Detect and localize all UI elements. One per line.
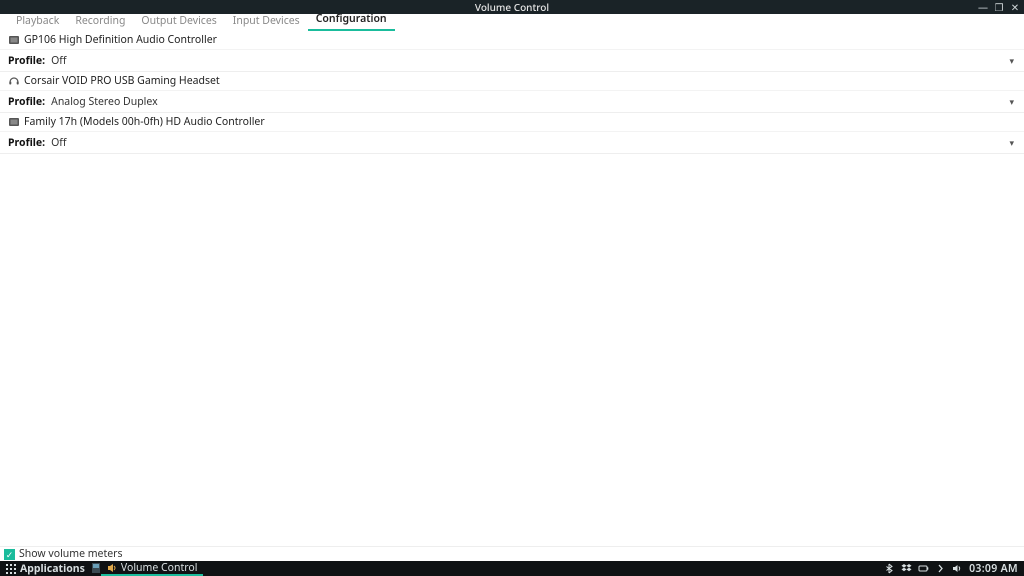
applications-menu-button[interactable]: Applications <box>0 561 91 576</box>
device-name: GP106 High Definition Audio Controller <box>24 33 217 47</box>
maximize-button[interactable]: ❐ <box>994 0 1004 14</box>
show-volume-meters-row[interactable]: ✓ Show volume meters <box>0 546 1024 561</box>
device-name: Corsair VOID PRO USB Gaming Headset <box>24 74 220 88</box>
tab-playback[interactable]: Playback <box>8 12 67 31</box>
system-tray: 03:09 AM <box>878 562 1024 576</box>
volume-icon[interactable] <box>952 563 963 574</box>
configuration-panel: GP106 High Definition Audio Controller P… <box>0 31 1024 546</box>
headset-icon <box>8 75 20 87</box>
taskbar-task-volume-control[interactable]: Volume Control <box>101 561 204 576</box>
device-header: Corsair VOID PRO USB Gaming Headset <box>0 72 1024 90</box>
chevron-down-icon: ▾ <box>1009 54 1014 67</box>
chevron-right-icon[interactable] <box>935 563 946 574</box>
device-header: GP106 High Definition Audio Controller <box>0 31 1024 49</box>
device-card: Family 17h (Models 00h-0fh) HD Audio Con… <box>0 113 1024 154</box>
device-card: Corsair VOID PRO USB Gaming Headset Prof… <box>0 72 1024 113</box>
show-desktop-button[interactable] <box>91 561 101 576</box>
sound-card-icon <box>8 34 20 46</box>
tab-bar: Playback Recording Output Devices Input … <box>0 14 1024 31</box>
profile-value: Analog Stereo Duplex <box>51 95 1009 109</box>
checkbox-icon: ✓ <box>4 549 15 560</box>
profile-selector[interactable]: Profile: Off ▾ <box>0 131 1024 153</box>
window-title: Volume Control <box>475 0 549 14</box>
tab-recording[interactable]: Recording <box>67 12 133 31</box>
speaker-icon <box>107 563 117 573</box>
profile-selector[interactable]: Profile: Off ▾ <box>0 49 1024 71</box>
profile-label: Profile: <box>8 95 45 109</box>
apps-grid-icon <box>6 564 16 574</box>
profile-value: Off <box>51 136 1009 150</box>
device-name: Family 17h (Models 00h-0fh) HD Audio Con… <box>24 115 265 129</box>
show-volume-meters-label: Show volume meters <box>19 547 123 561</box>
dropbox-icon[interactable] <box>901 563 912 574</box>
chevron-down-icon: ▾ <box>1009 136 1014 149</box>
chevron-down-icon: ▾ <box>1009 95 1014 108</box>
profile-value: Off <box>51 54 1009 68</box>
window-controls: — ❐ ✕ <box>978 0 1020 14</box>
clock[interactable]: 03:09 AM <box>969 562 1018 576</box>
profile-selector[interactable]: Profile: Analog Stereo Duplex ▾ <box>0 90 1024 112</box>
battery-icon[interactable] <box>918 563 929 574</box>
device-header: Family 17h (Models 00h-0fh) HD Audio Con… <box>0 113 1024 131</box>
taskbar: Applications Volume Control 03:09 AM <box>0 561 1024 576</box>
window-titlebar: Volume Control — ❐ ✕ <box>0 0 1024 14</box>
minimize-button[interactable]: — <box>978 0 988 14</box>
profile-label: Profile: <box>8 54 45 68</box>
tab-output-devices[interactable]: Output Devices <box>133 12 224 31</box>
close-button[interactable]: ✕ <box>1010 0 1020 14</box>
tab-input-devices[interactable]: Input Devices <box>225 12 308 31</box>
taskbar-task-label: Volume Control <box>121 561 198 575</box>
bluetooth-icon[interactable] <box>884 563 895 574</box>
device-card: GP106 High Definition Audio Controller P… <box>0 31 1024 72</box>
sound-card-icon <box>8 116 20 128</box>
applications-menu-label: Applications <box>20 562 85 576</box>
profile-label: Profile: <box>8 136 45 150</box>
